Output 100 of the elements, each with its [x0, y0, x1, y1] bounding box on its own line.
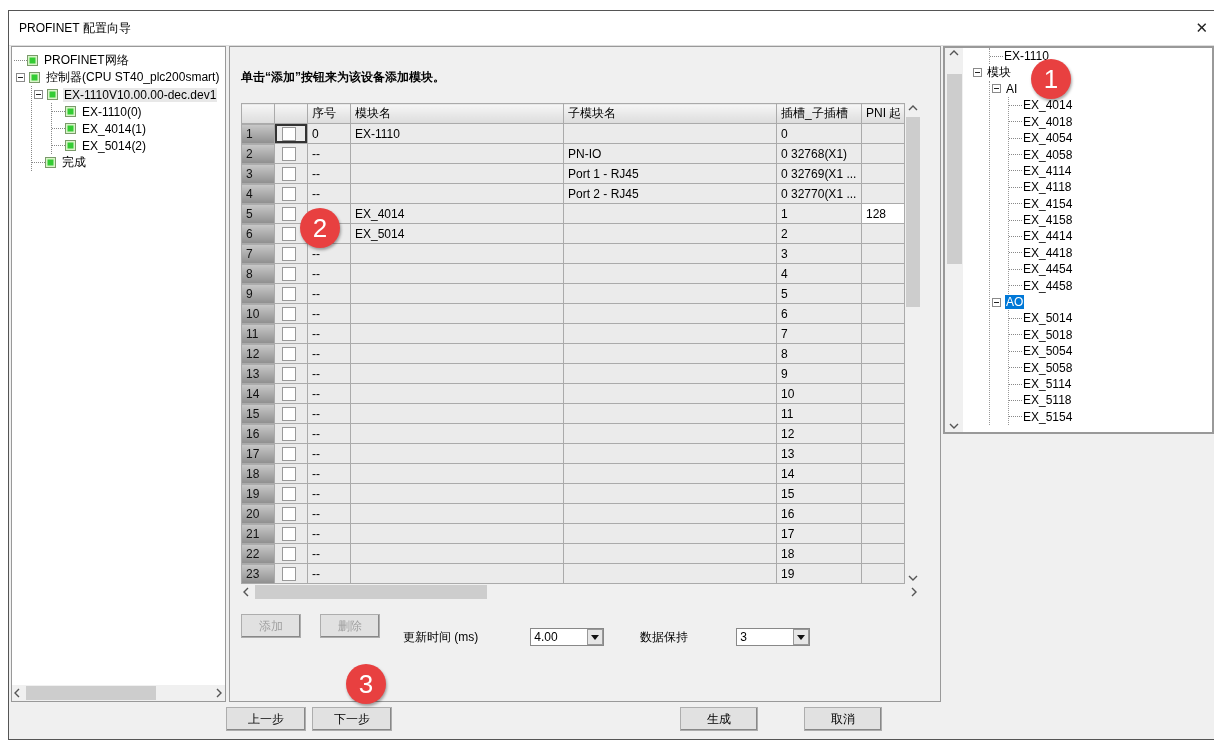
tree-item[interactable]: EX_4454 — [1022, 262, 1074, 277]
column-header: 子模块名 — [563, 103, 777, 124]
checkbox-cell[interactable] — [274, 163, 308, 184]
tree-item[interactable]: EX-1110(0) — [81, 104, 143, 119]
checkbox-cell[interactable] — [274, 183, 308, 204]
table-cell: EX_4014 — [350, 203, 564, 224]
checkbox[interactable] — [282, 226, 296, 241]
vertical-scrollbar[interactable] — [945, 48, 963, 432]
checkbox[interactable] — [282, 186, 296, 201]
table-cell: 7 — [776, 323, 862, 344]
checkbox-cell[interactable] — [274, 243, 308, 264]
tree-item[interactable]: AI — [1005, 81, 1019, 96]
table-cell: -- — [307, 163, 351, 184]
tree-item[interactable]: EX_4054 — [1022, 131, 1074, 146]
checkbox[interactable] — [282, 206, 296, 221]
checkbox-cell[interactable] — [274, 403, 308, 424]
checkbox-cell[interactable] — [274, 503, 308, 524]
checkbox[interactable] — [282, 386, 296, 401]
row-header: 22 — [241, 543, 275, 564]
checkbox[interactable] — [282, 426, 296, 441]
tree-item[interactable]: EX_4014 — [1022, 98, 1074, 113]
tree-item[interactable]: PROFINET网络 — [43, 52, 130, 69]
checkbox-cell[interactable] — [274, 283, 308, 304]
tree-item[interactable]: EX_5114 — [1022, 377, 1073, 391]
wizard-button[interactable]: 生成 — [680, 707, 758, 731]
checkbox[interactable] — [282, 246, 296, 261]
checkbox[interactable] — [282, 446, 296, 461]
checkbox[interactable] — [282, 526, 296, 541]
checkbox[interactable] — [282, 466, 296, 481]
tree-item[interactable]: EX_4118 — [1022, 180, 1073, 195]
checkbox-cell[interactable] — [274, 363, 308, 384]
status-square-icon — [65, 123, 76, 134]
table-cell: 12 — [776, 423, 862, 444]
status-square-icon — [29, 72, 40, 83]
checkbox[interactable] — [282, 346, 296, 361]
checkbox[interactable] — [282, 306, 296, 321]
row-header: 18 — [241, 463, 275, 484]
checkbox[interactable] — [282, 566, 296, 581]
table-cell: 0 32769(X1 ... — [776, 163, 862, 184]
tree-item[interactable]: EX_5014(2) — [81, 138, 148, 153]
tree-item[interactable]: EX_4114 — [1022, 163, 1073, 178]
checkbox[interactable] — [282, 146, 296, 161]
checkbox-cell[interactable] — [274, 523, 308, 544]
tree-item[interactable]: EX_4418 — [1022, 245, 1074, 260]
checkbox-cell[interactable] — [274, 483, 308, 504]
table-cell: 9 — [776, 363, 862, 384]
tree-item[interactable]: EX_5014 — [1022, 311, 1074, 326]
horizontal-scrollbar[interactable] — [12, 685, 225, 701]
checkbox-cell[interactable] — [274, 543, 308, 564]
update-time-dropdown[interactable]: 4.00 — [530, 628, 605, 646]
checkbox-cell[interactable] — [274, 343, 308, 364]
checkbox[interactable] — [282, 126, 296, 141]
checkbox[interactable] — [282, 266, 296, 281]
checkbox-cell[interactable] — [274, 563, 308, 584]
status-square-icon — [47, 89, 58, 100]
checkbox-cell[interactable] — [274, 323, 308, 344]
close-button[interactable]: ✕ — [1189, 19, 1214, 37]
row-header: 19 — [241, 483, 275, 504]
checkbox-cell[interactable] — [274, 383, 308, 404]
checkbox-cell[interactable] — [274, 263, 308, 284]
column-header: PNI 起 — [861, 103, 905, 124]
row-header: 4 — [241, 183, 275, 204]
checkbox-cell[interactable] — [274, 423, 308, 444]
wizard-button[interactable]: 下一步 — [312, 707, 392, 731]
checkbox[interactable] — [282, 506, 296, 521]
checkbox[interactable] — [282, 166, 296, 181]
tree-item[interactable]: EX_5058 — [1022, 360, 1074, 375]
tree-item[interactable]: EX_4058 — [1022, 147, 1074, 162]
checkbox-cell[interactable] — [274, 123, 308, 144]
checkbox-cell[interactable] — [274, 463, 308, 484]
tree-item[interactable]: EX_4158 — [1022, 213, 1074, 228]
data-hold-dropdown[interactable]: 3 — [736, 628, 811, 646]
checkbox[interactable] — [282, 546, 296, 561]
tree-item[interactable]: AO — [1005, 295, 1025, 310]
checkbox[interactable] — [282, 486, 296, 501]
checkbox-cell[interactable] — [274, 143, 308, 164]
tree-item[interactable]: EX_4414 — [1022, 229, 1074, 244]
tree-item[interactable]: EX_5054 — [1022, 344, 1074, 359]
wizard-button[interactable]: 取消 — [804, 707, 882, 731]
tree-item[interactable]: EX_5118 — [1022, 393, 1073, 408]
tree-item[interactable]: EX_4458 — [1022, 278, 1074, 293]
tree-item[interactable]: EX_4018 — [1022, 114, 1074, 129]
wizard-button[interactable]: 上一步 — [226, 707, 306, 731]
checkbox-cell[interactable] — [274, 443, 308, 464]
table-cell: -- — [307, 143, 351, 164]
tree-item[interactable]: EX_4154 — [1022, 196, 1074, 211]
tree-item[interactable]: EX-1110V10.00.00-dec.dev1 — [63, 87, 218, 102]
tree-item[interactable]: EX_5018 — [1022, 327, 1074, 342]
checkbox[interactable] — [282, 406, 296, 421]
tree-item[interactable]: 控制器(CPU ST40_plc200smart) — [45, 69, 221, 86]
tree-item[interactable]: 模块 — [986, 64, 1012, 82]
checkbox[interactable] — [282, 326, 296, 341]
row-header: 21 — [241, 523, 275, 544]
table-cell: EX_5014 — [350, 223, 564, 244]
checkbox-cell[interactable] — [274, 303, 308, 324]
tree-item[interactable]: EX_5154 — [1022, 409, 1074, 424]
checkbox[interactable] — [282, 366, 296, 381]
checkbox[interactable] — [282, 286, 296, 301]
tree-item[interactable]: EX_4014(1) — [81, 121, 148, 136]
tree-item[interactable]: 完成 — [61, 154, 87, 171]
